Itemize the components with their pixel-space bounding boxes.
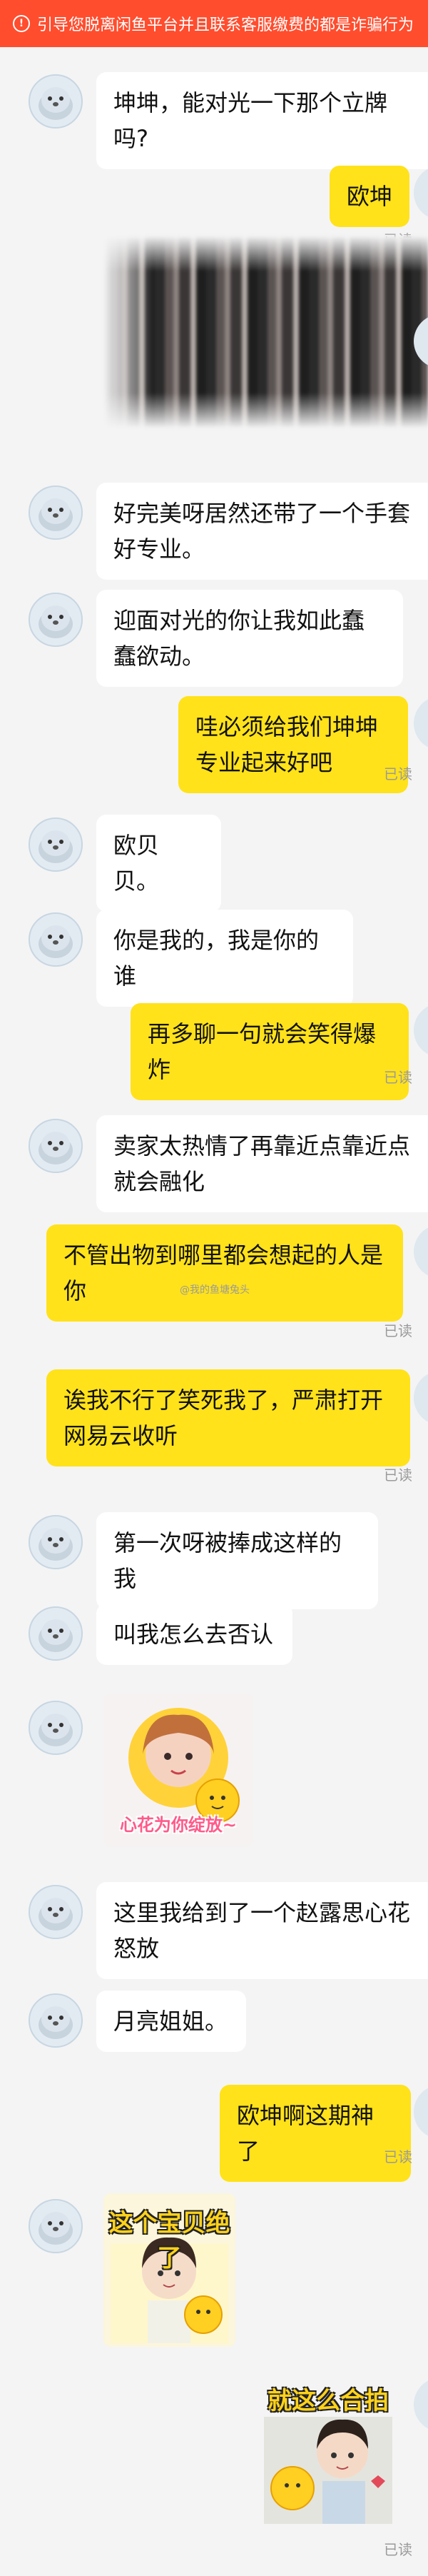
- seal-avatar-icon: [30, 914, 81, 965]
- message-bubble-outgoing: 哇必须给我们坤坤专业起来好吧: [178, 696, 408, 793]
- read-receipt: 已读: [384, 765, 412, 783]
- seller-avatar[interactable]: [29, 1993, 83, 2048]
- seller-avatar[interactable]: [29, 912, 83, 967]
- exclamation-circle-icon: !: [13, 15, 30, 32]
- seller-avatar[interactable]: [29, 817, 83, 872]
- seal-avatar-icon: [30, 487, 81, 538]
- sticker-caption: 这个宝贝绝了: [108, 2209, 230, 2273]
- sticker-caption: 就这么合拍: [268, 2387, 389, 2415]
- message-bubble-outgoing: 诶我不行了笑死我了，严肃打开网易云收听: [46, 1369, 410, 1466]
- buyer-avatar[interactable]: [414, 1003, 428, 1057]
- buyer-avatar[interactable]: [414, 696, 428, 750]
- seller-avatar[interactable]: [29, 74, 83, 129]
- seller-avatar[interactable]: [29, 1515, 83, 1569]
- message-bubble-incoming: 卖家太热情了再靠近点靠近点就会融化: [96, 1115, 428, 1212]
- seller-avatar[interactable]: [29, 2199, 83, 2253]
- message-bubble-incoming: 迎面对光的你让我如此蠢蠢欲动。: [96, 590, 403, 687]
- message-bubble-incoming: 月亮姐姐。: [96, 1991, 246, 2052]
- buyer-avatar[interactable]: [414, 1371, 428, 1425]
- fraud-warning-bar: ! 引导您脱离闲鱼平台并且联系客服缴费的都是诈骗行为: [0, 0, 428, 47]
- seller-avatar[interactable]: [29, 1701, 83, 1755]
- seller-avatar[interactable]: [29, 1119, 83, 1173]
- buyer-avatar[interactable]: [414, 1224, 428, 1279]
- seal-avatar-icon: [30, 1995, 81, 2046]
- sticker-image[interactable]: 心花为你绽放~: [103, 1694, 253, 1847]
- message-bubble-incoming: 你是我的，我是你的谁: [96, 910, 353, 1007]
- seal-avatar-icon: [30, 1702, 81, 1754]
- message-bubble-outgoing: 欧坤: [330, 166, 409, 227]
- seal-avatar-icon: [30, 2200, 81, 2252]
- seal-avatar-icon: [30, 1516, 81, 1568]
- seller-avatar[interactable]: [29, 593, 83, 647]
- message-bubble-incoming: 这里我给到了一个赵露思心花怒放: [96, 1882, 428, 1979]
- sent-photo-pixelated[interactable]: [103, 236, 428, 428]
- seal-avatar-icon: [30, 1886, 81, 1938]
- watermark: @我的鱼塘兔头: [180, 1284, 250, 1296]
- sticker-image[interactable]: 就这么合拍: [257, 2374, 399, 2527]
- seller-avatar[interactable]: [29, 1606, 83, 1661]
- seal-avatar-icon: [30, 76, 81, 127]
- seller-avatar[interactable]: [29, 485, 83, 540]
- read-receipt: 已读: [384, 1069, 412, 1086]
- seal-avatar-icon: [30, 819, 81, 870]
- message-bubble-incoming: 欧贝贝。: [96, 815, 221, 912]
- message-bubble-outgoing: 不管出物到哪里都会想起的人是你: [46, 1224, 403, 1322]
- seal-avatar-icon: [30, 1608, 81, 1659]
- message-bubble-incoming: 叫我怎么去否认: [96, 1604, 292, 1665]
- message-bubble-incoming: 第一次呀被捧成这样的我: [96, 1512, 378, 1609]
- sticker-caption: 心花为你绽放~: [119, 1815, 238, 1835]
- read-receipt: 已读: [384, 1322, 412, 1339]
- seal-avatar-icon: [30, 1120, 81, 1172]
- message-bubble-incoming: 坤坤，能对光一下那个立牌吗?: [96, 72, 428, 169]
- buyer-avatar[interactable]: [414, 2378, 428, 2432]
- read-receipt: 已读: [384, 2148, 412, 2165]
- warning-text: 引导您脱离闲鱼平台并且联系客服缴费的都是诈骗行为: [37, 16, 414, 34]
- read-receipt: 已读: [384, 2541, 412, 2558]
- message-bubble-incoming: 好完美呀居然还带了一个手套好专业。: [96, 483, 428, 580]
- seal-avatar-icon: [30, 594, 81, 645]
- buyer-avatar[interactable]: [414, 166, 428, 220]
- message-bubble-outgoing: 再多聊一句就会笑得爆炸: [131, 1003, 409, 1100]
- buyer-avatar[interactable]: [414, 2085, 428, 2139]
- sticker-image[interactable]: 这个宝贝绝了: [103, 2193, 235, 2347]
- read-receipt: 已读: [384, 1466, 412, 1484]
- seller-avatar[interactable]: [29, 1885, 83, 1939]
- message-bubble-outgoing: 欧坤啊这期神了: [220, 2085, 411, 2182]
